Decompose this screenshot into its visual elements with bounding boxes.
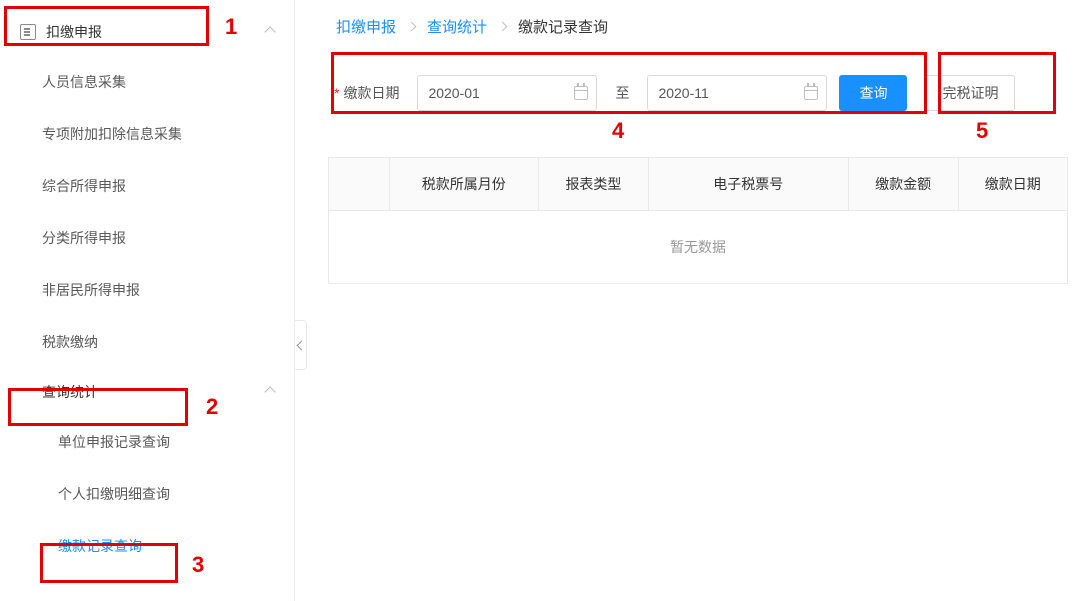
sidebar-item-nonresident-income[interactable]: 非居民所得申报 [0, 264, 294, 316]
breadcrumb: 扣缴申报 查询统计 缴款记录查询 [328, 8, 1068, 57]
sidebar-item-label: 分类所得申报 [42, 230, 126, 246]
breadcrumb-link-query[interactable]: 查询统计 [427, 16, 487, 37]
sidebar-item-label: 税款缴纳 [42, 334, 98, 350]
sidebar-item-comprehensive-income[interactable]: 综合所得申报 [0, 160, 294, 212]
table-header-row: 税款所属月份 报表类型 电子税票号 缴款金额 缴款日期 [329, 158, 1067, 211]
th-tax-month: 税款所属月份 [389, 158, 539, 211]
empty-text: 暂无数据 [329, 211, 1067, 284]
sidebar-item-label: 单位申报记录查询 [58, 434, 170, 450]
sidebar-item-classified-income[interactable]: 分类所得申报 [0, 212, 294, 264]
th-report-type: 报表类型 [539, 158, 649, 211]
chevron-up-icon [264, 26, 275, 37]
th-amount: 缴款金额 [848, 158, 958, 211]
th-eticket-no: 电子税票号 [648, 158, 848, 211]
sidebar-item-personnel[interactable]: 人员信息采集 [0, 56, 294, 108]
sidebar-item-unit-declare-record[interactable]: 单位申报记录查询 [0, 416, 294, 468]
sidebar-item-special-deduction[interactable]: 专项附加扣除信息采集 [0, 108, 294, 160]
date-from-value: 2020-01 [428, 85, 479, 101]
query-button[interactable]: 查询 [839, 75, 907, 111]
chevron-right-icon [498, 22, 508, 32]
chevron-up-icon [264, 386, 275, 397]
calendar-icon [804, 86, 818, 100]
sidebar-group-query[interactable]: 查询统计 [0, 368, 294, 416]
breadcrumb-current: 缴款记录查询 [518, 16, 608, 37]
sidebar-collapse-handle[interactable] [295, 320, 307, 370]
calendar-icon [574, 86, 588, 100]
file-list-icon [20, 24, 36, 40]
filter-label: * 缴款日期 [334, 83, 399, 103]
sidebar-item-personal-withhold-detail[interactable]: 个人扣缴明细查询 [0, 468, 294, 520]
required-star-icon: * [334, 85, 339, 101]
date-to-value: 2020-11 [658, 85, 708, 101]
chevron-right-icon [407, 22, 417, 32]
results-table: 税款所属月份 报表类型 电子税票号 缴款金额 缴款日期 暂无数据 [328, 157, 1068, 284]
filter-row: * 缴款日期 2020-01 至 2020-11 查询 完税证明 [328, 57, 1068, 129]
breadcrumb-link-declare[interactable]: 扣缴申报 [336, 16, 396, 37]
sidebar-item-payment-record[interactable]: 缴款记录查询 [0, 520, 294, 572]
sidebar: 扣缴申报 人员信息采集 专项附加扣除信息采集 综合所得申报 分类所得申报 非居民… [0, 0, 295, 601]
date-from-input[interactable]: 2020-01 [417, 75, 597, 111]
sidebar-item-label: 个人扣缴明细查询 [58, 486, 170, 502]
date-range-separator: 至 [609, 83, 635, 103]
main-content: 扣缴申报 查询统计 缴款记录查询 * 缴款日期 2020-01 至 2020-1… [310, 0, 1080, 601]
date-to-input[interactable]: 2020-11 [647, 75, 827, 111]
tax-cert-button[interactable]: 完税证明 [925, 75, 1015, 111]
th-pay-date: 缴款日期 [958, 158, 1067, 211]
filter-label-text: 缴款日期 [343, 83, 399, 103]
sidebar-item-label: 缴款记录查询 [58, 538, 142, 554]
sidebar-group-label: 扣缴申报 [46, 22, 102, 42]
sidebar-item-tax-payment[interactable]: 税款缴纳 [0, 316, 294, 368]
table-empty-row: 暂无数据 [329, 211, 1067, 284]
sidebar-item-label: 综合所得申报 [42, 178, 126, 194]
sidebar-item-label: 专项附加扣除信息采集 [42, 126, 182, 142]
sidebar-group-label: 查询统计 [42, 382, 98, 402]
sidebar-item-label: 非居民所得申报 [42, 282, 140, 298]
sidebar-item-label: 人员信息采集 [42, 74, 126, 90]
sidebar-group-declare[interactable]: 扣缴申报 [0, 8, 294, 56]
th-blank [329, 158, 389, 211]
